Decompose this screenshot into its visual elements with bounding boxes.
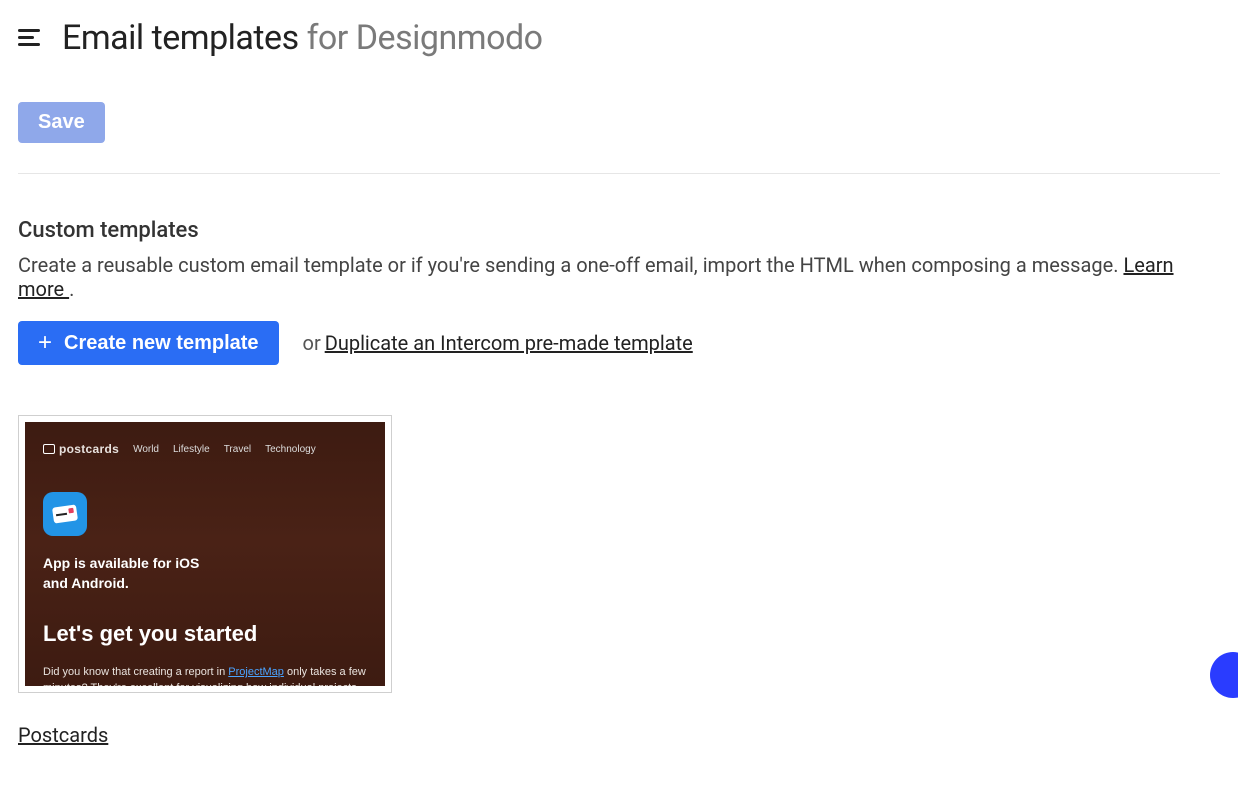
preview-body: Did you know that creating a report in P… — [43, 665, 367, 686]
preview-brand-icon — [43, 444, 55, 454]
duplicate-template-link[interactable]: Duplicate an Intercom pre-made template — [325, 331, 693, 355]
preview-body-link: ProjectMap — [228, 666, 284, 678]
or-text: or — [303, 331, 321, 355]
template-name-link[interactable]: Postcards — [18, 723, 108, 747]
preview-app-icon — [43, 492, 87, 536]
divider — [18, 173, 1220, 174]
preview-nav-item: Lifestyle — [173, 444, 210, 455]
template-preview: postcards World Lifestyle Travel Technol… — [25, 422, 385, 686]
page-title-sub: for Designmodo — [307, 18, 543, 58]
preview-nav-item: World — [133, 444, 159, 455]
page-title-main: Email templates — [62, 18, 299, 58]
plus-icon: + — [38, 331, 52, 355]
preview-brand-text: postcards — [59, 442, 119, 456]
page-title: Email templates for Designmodo — [62, 18, 543, 58]
preview-nav-item: Travel — [224, 444, 251, 455]
custom-templates-description: Create a reusable custom email template … — [18, 253, 1220, 301]
preview-nav-item: Technology — [265, 444, 316, 455]
preview-brand: postcards — [43, 442, 119, 456]
preview-heading: Let's get you started — [43, 621, 367, 647]
preview-availability: App is available for iOS and Android. — [43, 554, 367, 593]
create-new-template-label: Create new template — [64, 332, 259, 355]
save-button[interactable]: Save — [18, 102, 105, 143]
description-text: Create a reusable custom email template … — [18, 253, 1123, 277]
or-duplicate-text: or Duplicate an Intercom pre-made templa… — [303, 331, 693, 355]
template-card-postcards[interactable]: postcards World Lifestyle Travel Technol… — [18, 415, 392, 693]
create-new-template-button[interactable]: + Create new template — [18, 321, 279, 365]
preview-nav: World Lifestyle Travel Technology — [133, 444, 316, 455]
custom-templates-heading: Custom templates — [18, 218, 1220, 243]
menu-icon[interactable] — [18, 29, 40, 47]
